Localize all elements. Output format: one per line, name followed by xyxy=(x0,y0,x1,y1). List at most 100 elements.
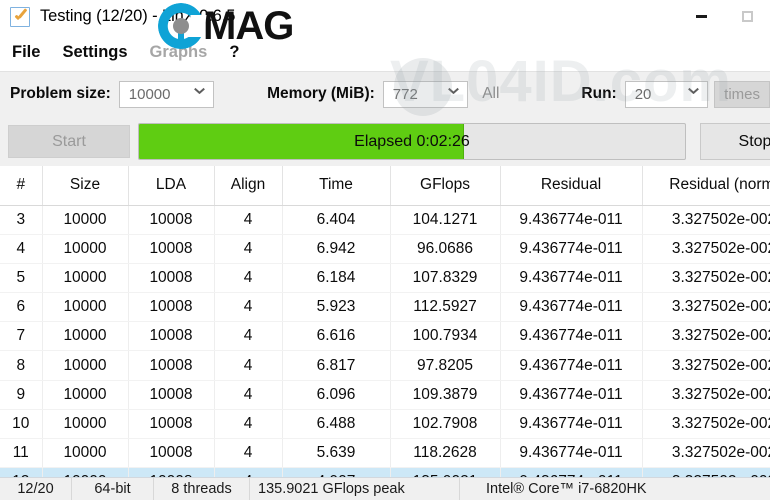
cell-lda: 10008 xyxy=(128,263,215,294)
stop-button[interactable]: Stop xyxy=(700,123,770,160)
brand-logo-text: MAG xyxy=(203,4,294,48)
run-toolbar: Start Elapsed 0:02:26 Stop xyxy=(0,116,770,166)
cell-gflops: 109.3879 xyxy=(390,380,501,410)
cell-gflops: 102.7908 xyxy=(390,409,501,440)
start-button: Start xyxy=(8,125,130,158)
elapsed-progress-bar: Elapsed 0:02:26 xyxy=(138,123,686,160)
column-header-align[interactable]: Align xyxy=(214,166,283,206)
cell-time: 6.404 xyxy=(282,205,391,235)
checkbox-check-icon xyxy=(10,6,30,27)
table-row[interactable]: 3 10000 10008 4 6.404 104.1271 9.436774e-011 3.… xyxy=(0,205,770,235)
window-controls xyxy=(678,0,770,33)
cell-gflops: 135.9021 xyxy=(390,467,501,477)
minimize-button[interactable] xyxy=(678,0,724,33)
cell-time: 6.942 xyxy=(282,234,391,264)
cell-lda: 10008 xyxy=(128,205,215,235)
chevron-down-icon xyxy=(689,89,698,98)
cell-align: 4 xyxy=(214,409,283,440)
logo-gap-shape xyxy=(187,15,207,37)
cell-number: 7 xyxy=(0,321,43,352)
table-row[interactable]: 12100001000844.907135.90219.436774e-0113… xyxy=(0,467,770,477)
cell-gflops: 104.1271 xyxy=(390,205,501,235)
run-count-combobox[interactable]: 20 xyxy=(624,80,709,108)
cell-align: 4 xyxy=(214,292,283,323)
status-bar: 12/20 64-bit 8 threads 135.9021 GFlops p… xyxy=(0,477,770,500)
cell-residual-norm: 3.327502e-002 xyxy=(642,409,770,440)
cell-residual-norm: 3.327502e-002 xyxy=(642,380,770,410)
cell-number: 3 xyxy=(0,205,43,235)
results-table-header: # Size LDA Align Time GFlops Residual Re… xyxy=(0,166,770,206)
cell-number: 9 xyxy=(0,380,43,410)
cell-lda: 10008 xyxy=(128,292,215,323)
column-header-residual-norm[interactable]: Residual (norm. xyxy=(642,166,770,206)
column-header-gflops[interactable]: GFlops xyxy=(390,166,501,206)
problem-size-combobox[interactable]: 10000 xyxy=(118,80,215,108)
cell-gflops: 100.7934 xyxy=(390,321,501,352)
cell-size: 10000 xyxy=(42,321,129,352)
problem-size-label: Problem size: xyxy=(10,85,111,102)
cell-time: 4.907 xyxy=(282,467,391,477)
cell-residual: 9.436774e-011 xyxy=(500,438,643,469)
cell-size: 10000 xyxy=(42,205,129,235)
cell-residual-norm: 3.327502e-002 xyxy=(642,438,770,469)
chevron-down-icon xyxy=(449,89,458,98)
results-table-body: 3 10000 10008 4 6.404 104.1271 9.436774e-011 3.… xyxy=(0,205,770,477)
cell-time: 6.817 xyxy=(282,350,391,381)
logo-dot-shape xyxy=(173,18,189,34)
table-row[interactable]: 10 10000 10008 4 6.488 102.7908 9.436774e-011 3… xyxy=(0,409,770,440)
table-row[interactable]: 4 10000 10008 4 6.942 96.0686 9.436774e-011 3.3… xyxy=(0,234,770,264)
cell-residual-norm: 3.327502e-002 xyxy=(642,234,770,264)
cell-size: 10000 xyxy=(42,292,129,323)
maximize-button[interactable] xyxy=(724,0,770,33)
column-header-lda[interactable]: LDA xyxy=(128,166,215,206)
all-memory-button[interactable]: All xyxy=(482,85,499,103)
cell-time: 5.639 xyxy=(282,438,391,469)
cell-residual: 9.436774e-011 xyxy=(500,292,643,323)
cell-residual: 9.436774e-011 xyxy=(500,380,643,410)
options-toolbar: Problem size: 10000 Memory (MiB): 772 Al… xyxy=(0,71,770,116)
cell-size: 10000 xyxy=(42,409,129,440)
cell-size: 10000 xyxy=(42,380,129,410)
cell-gflops: 107.8329 xyxy=(390,263,501,294)
cell-residual: 9.436774e-011 xyxy=(500,234,643,264)
cell-size: 10000 xyxy=(42,350,129,381)
column-header-size[interactable]: Size xyxy=(42,166,129,206)
column-header-time[interactable]: Time xyxy=(282,166,391,206)
cell-number: 4 xyxy=(0,234,43,264)
cell-gflops: 118.2628 xyxy=(390,438,501,469)
cell-lda: 10008 xyxy=(128,350,215,381)
cell-gflops: 97.8205 xyxy=(390,350,501,381)
cell-time: 6.096 xyxy=(282,380,391,410)
status-cpu-model: Intel® Core™ i7-6820HK xyxy=(486,481,647,497)
table-row[interactable]: 5 10000 10008 4 6.184 107.8329 9.436774e-011 3.… xyxy=(0,263,770,294)
chevron-down-icon xyxy=(195,89,204,98)
table-row[interactable]: 9 10000 10008 4 6.096 109.3879 9.436774e-011 3.… xyxy=(0,380,770,410)
cell-lda: 10008 xyxy=(128,234,215,264)
title-bar: Testing (12/20) - LinX 0.6.5 xyxy=(0,0,770,33)
table-row[interactable]: 11 10000 10008 4 5.639 118.2628 9.436774e-011 3… xyxy=(0,438,770,469)
cell-number: 10 xyxy=(0,409,43,440)
table-row[interactable]: 6 10000 10008 4 5.923 112.5927 9.436774e-011 3.… xyxy=(0,292,770,323)
minimize-icon xyxy=(695,15,707,18)
column-header-number[interactable]: # xyxy=(0,166,43,206)
table-row[interactable]: 8 10000 10008 4 6.817 97.8205 9.436774e-011 3.3… xyxy=(0,350,770,381)
menu-item-file[interactable]: File xyxy=(12,43,40,62)
memory-combobox[interactable]: 772 xyxy=(382,80,469,108)
run-count-value: 20 xyxy=(634,85,652,103)
cell-residual: 9.436774e-011 xyxy=(500,467,643,477)
table-row[interactable]: 7 10000 10008 4 6.616 100.7934 9.436774e-011 3.… xyxy=(0,321,770,352)
column-header-residual[interactable]: Residual xyxy=(500,166,643,206)
cell-lda: 10008 xyxy=(128,380,215,410)
cell-residual: 9.436774e-011 xyxy=(500,321,643,352)
elapsed-time-label: Elapsed 0:02:26 xyxy=(354,132,470,150)
memory-label: Memory (MiB): xyxy=(267,85,375,102)
cell-residual-norm: 3.327502e-002 xyxy=(642,205,770,235)
results-table: # Size LDA Align Time GFlops Residual Re… xyxy=(0,166,770,477)
cell-residual: 9.436774e-011 xyxy=(500,263,643,294)
cell-lda: 10008 xyxy=(128,467,215,477)
status-peak-gflops: 135.9021 GFlops peak xyxy=(250,477,460,500)
cell-residual: 9.436774e-011 xyxy=(500,205,643,235)
cell-size: 10000 xyxy=(42,234,129,264)
menu-item-settings[interactable]: Settings xyxy=(62,43,127,62)
results-table-container[interactable]: # Size LDA Align Time GFlops Residual Re… xyxy=(0,166,770,477)
